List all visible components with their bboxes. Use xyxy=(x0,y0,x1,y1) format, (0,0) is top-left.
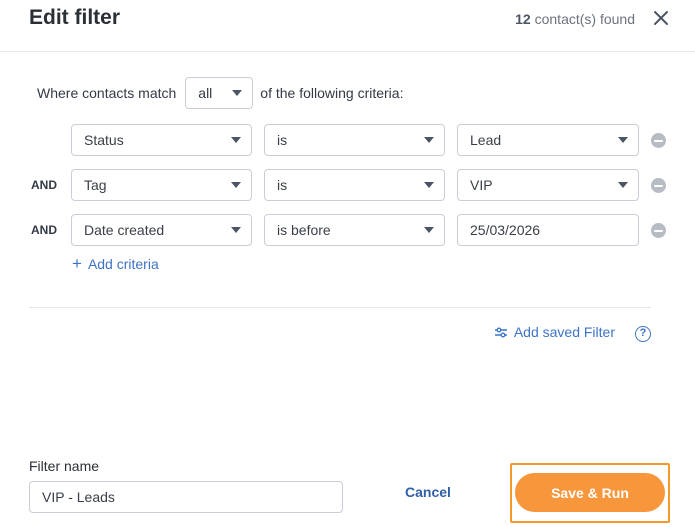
contacts-found-count: 12 contact(s) found xyxy=(515,11,635,27)
chevron-down-icon xyxy=(231,182,241,188)
criteria-date-input[interactable]: 25/03/2026 xyxy=(457,214,639,246)
found-count-number: 12 xyxy=(515,11,531,27)
modal-title: Edit filter xyxy=(29,6,121,29)
criteria-operator-value: is xyxy=(277,132,288,148)
criteria-operator-value: is before xyxy=(277,222,331,238)
chevron-down-icon xyxy=(618,137,628,143)
chevron-down-icon xyxy=(424,182,434,188)
criteria-value-text: 25/03/2026 xyxy=(470,222,541,238)
cancel-button[interactable]: Cancel xyxy=(405,484,451,500)
criteria-operator-select[interactable]: is xyxy=(264,124,445,156)
divider xyxy=(29,307,651,308)
criteria-value-text: Lead xyxy=(470,132,502,148)
add-criteria-label: Add criteria xyxy=(87,256,159,272)
add-saved-filter-label: Add saved Filter xyxy=(513,324,615,340)
match-suffix: of the following criteria: xyxy=(260,85,404,101)
remove-criteria-icon[interactable] xyxy=(651,178,666,193)
match-mode-select[interactable]: all xyxy=(185,77,254,109)
modal-header: Edit filter 12 contact(s) found xyxy=(0,0,695,52)
criteria-value-select[interactable]: VIP xyxy=(457,169,639,201)
criteria-field-value: Tag xyxy=(84,177,107,193)
criteria-row: AND Date created is before 25/03/2026 xyxy=(0,214,695,246)
match-mode-value: all xyxy=(198,85,213,101)
criteria-operator-select[interactable]: is before xyxy=(264,214,445,246)
remove-criteria-icon[interactable] xyxy=(651,223,666,238)
add-criteria-button[interactable]: + Add criteria xyxy=(72,254,159,273)
criteria-value-text: VIP xyxy=(470,177,493,193)
criteria-field-value: Status xyxy=(84,132,124,148)
criteria-field-select[interactable]: Tag xyxy=(71,169,252,201)
criteria-field-select[interactable]: Status xyxy=(71,124,252,156)
remove-criteria-icon[interactable] xyxy=(651,133,666,148)
criteria-row: AND Tag is VIP xyxy=(0,169,695,201)
chevron-down-icon xyxy=(424,137,434,143)
criteria-conjunction: AND xyxy=(31,223,57,237)
criteria-field-select[interactable]: Date created xyxy=(71,214,252,246)
close-icon[interactable] xyxy=(649,6,673,30)
criteria-conjunction: AND xyxy=(31,178,57,192)
filter-name-input[interactable] xyxy=(29,481,343,513)
chevron-down-icon xyxy=(424,227,434,233)
match-prefix: Where contacts match xyxy=(37,85,177,101)
criteria-value-select[interactable]: Lead xyxy=(457,124,639,156)
found-count-label: contact(s) found xyxy=(534,11,635,27)
help-icon[interactable]: ? xyxy=(635,326,651,342)
criteria-field-value: Date created xyxy=(84,222,165,238)
chevron-down-icon xyxy=(232,90,243,96)
add-saved-filter-button[interactable]: Add saved Filter xyxy=(494,324,615,340)
sliders-icon xyxy=(494,327,507,337)
plus-icon: + xyxy=(72,254,82,273)
match-row: Where contacts match all of the followin… xyxy=(37,77,403,109)
chevron-down-icon xyxy=(231,227,241,233)
chevron-down-icon xyxy=(231,137,241,143)
filter-name-label: Filter name xyxy=(29,458,100,474)
chevron-down-icon xyxy=(618,182,628,188)
criteria-operator-select[interactable]: is xyxy=(264,169,445,201)
save-and-run-button[interactable]: Save & Run xyxy=(515,473,665,512)
criteria-operator-value: is xyxy=(277,177,288,193)
criteria-row: Status is Lead xyxy=(0,124,695,156)
